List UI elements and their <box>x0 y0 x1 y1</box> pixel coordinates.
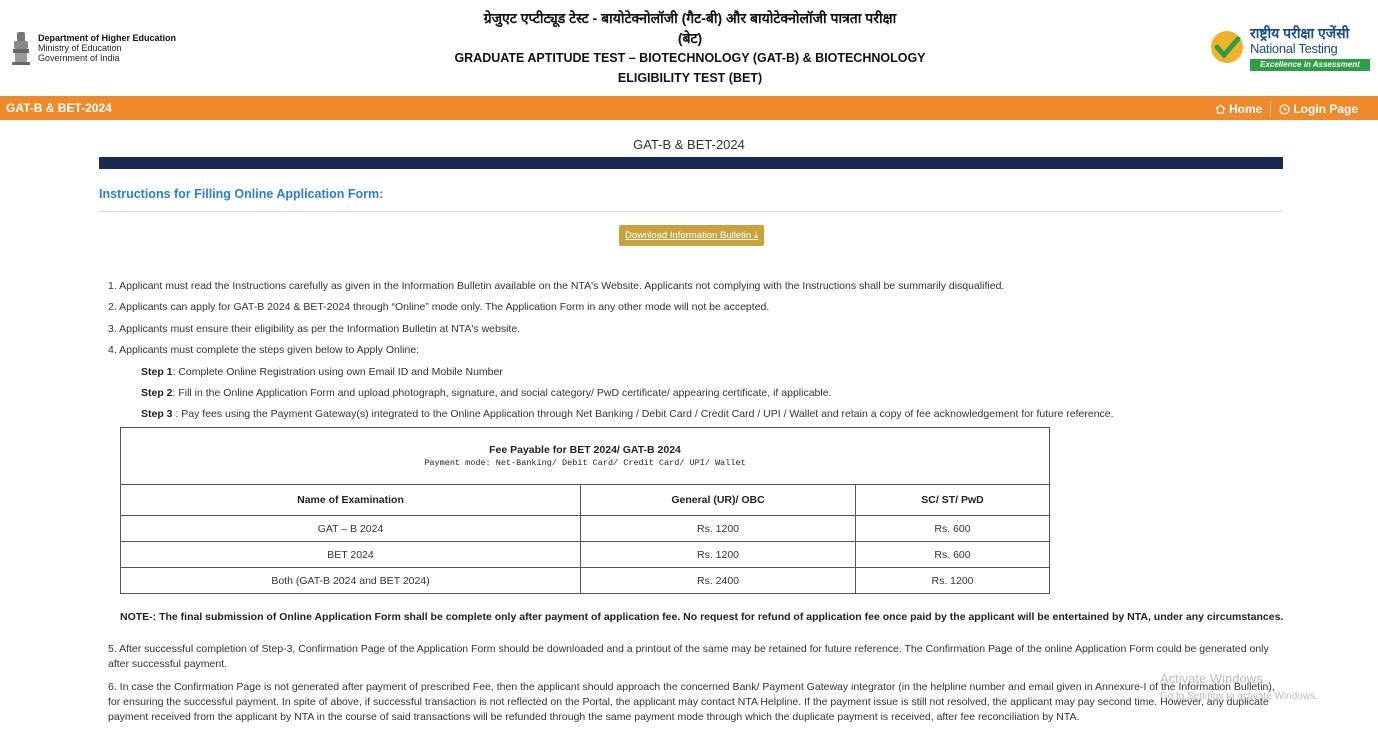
login-page-label: Login Page <box>1293 102 1358 116</box>
ministry-line2: Ministry of Education <box>38 43 122 53</box>
top-nav: GAT-B & BET-2024 Home Login Page <box>0 96 1378 120</box>
ministry-block: Department of Higher Education Ministry … <box>10 30 176 66</box>
page-header-title: ग्रेजुएट एप्टीट्यूड टेस्ट - बायोटेक्नोलॉ… <box>380 8 1000 88</box>
step-3-text: : Pay fees using the Payment Gateway(s) … <box>172 408 1114 420</box>
download-bulletin-button[interactable]: Download Information Bulletin ⤓ <box>619 225 764 246</box>
title-hindi-1: ग्रेजुएट एप्टीट्यूड टेस्ट - बायोटेक्नोलॉ… <box>483 10 897 26</box>
nav-divider <box>1270 101 1272 117</box>
home-link-label: Home <box>1228 102 1263 116</box>
instruction-5: 5. After successful completion of Step-3… <box>108 643 1269 670</box>
step-1: Step 1: Complete Online Registration usi… <box>141 366 503 378</box>
title-english-2: ELIGIBILITY TEST (BET) <box>617 71 763 85</box>
nav-brand[interactable]: GAT-B & BET-2024 <box>6 101 112 115</box>
step-2-label: Step 2 <box>141 387 173 399</box>
home-icon <box>1215 104 1226 114</box>
site-header: Department of Higher Education Ministry … <box>0 0 1378 96</box>
title-english-1: GRADUATE APTITUDE TEST – BIOTECHNOLOGY (… <box>454 51 926 65</box>
login-page-link[interactable]: Login Page <box>1279 102 1358 116</box>
windows-activation-watermark: Activate Windows <box>1160 671 1263 686</box>
reserved-fee-cell: Rs. 600 <box>855 515 1050 542</box>
nav-links: Home Login Page <box>1215 101 1358 117</box>
fee-table-caption-row: Fee Payable for BET 2024/ GAT-B 2024 Pay… <box>120 427 1050 485</box>
refund-note: NOTE-: The final submission of Online Ap… <box>120 611 1284 623</box>
exam-cell: GAT – B 2024 <box>120 515 581 542</box>
clock-icon <box>1279 103 1290 115</box>
step-2-text: : Fill in the Online Application Form an… <box>172 387 832 399</box>
title-divider-bar <box>99 157 1283 169</box>
fee-table-caption: Fee Payable for BET 2024/ GAT-B 2024 Pay… <box>120 427 1050 485</box>
nta-tagline: Excellence in Assessment <box>1250 59 1370 71</box>
ministry-line1: Department of Higher Education <box>38 33 177 43</box>
fee-caption-title: Fee Payable for BET 2024/ GAT-B 2024 <box>489 444 681 456</box>
instruction-3: 3. Applicants must ensure their eligibil… <box>108 323 521 335</box>
table-row: GAT – B 2024 Rs. 1200 Rs. 600 <box>120 515 1050 542</box>
instruction-4: 4. Applicants must complete the steps gi… <box>108 344 420 356</box>
step-3: Step 3 : Pay fees using the Payment Gate… <box>141 408 1114 420</box>
col-header-sc-st: SC/ ST/ PwD <box>855 484 1050 516</box>
nta-logo[interactable]: राष्ट्रीय परीक्षा एजेंसी National Testin… <box>1210 24 1370 74</box>
general-fee-cell: Rs. 1200 <box>580 541 856 568</box>
exam-cell: Both (GAT-B 2024 and BET 2024) <box>120 567 581 594</box>
heading-rule <box>99 211 1283 212</box>
fee-caption-payment-mode: Payment mode: Net-Banking/ Debit Card/ C… <box>424 458 746 468</box>
step-1-text: : Complete Online Registration using own… <box>172 366 503 378</box>
table-row: Both (GAT-B 2024 and BET 2024) Rs. 2400 … <box>120 567 1050 594</box>
instruction-6: 6. In case the Confirmation Page is not … <box>108 681 1275 723</box>
download-bulletin-label: Download Information Bulletin <box>624 230 752 241</box>
instruction-2: 2. Applicants can apply for GAT-B 2024 &… <box>108 301 770 313</box>
instruction-1: 1. Applicant must read the Instructions … <box>108 280 1005 292</box>
fee-table-header-row: Name of Examination General (UR)/ OBC SC… <box>120 484 1050 516</box>
instructions-heading: Instructions for Filling Online Applicat… <box>99 187 384 201</box>
reserved-fee-cell: Rs. 600 <box>855 541 1050 568</box>
exam-cell: BET 2024 <box>120 541 581 568</box>
general-fee-cell: Rs. 2400 <box>580 567 856 594</box>
table-row: BET 2024 Rs. 1200 Rs. 600 <box>120 541 1050 568</box>
step-3-label: Step 3 <box>141 408 173 420</box>
fee-table: Fee Payable for BET 2024/ GAT-B 2024 Pay… <box>120 427 1050 594</box>
windows-activation-hint: Go to Settings to activate Windows. <box>1160 691 1318 702</box>
general-fee-cell: Rs. 1200 <box>580 515 856 542</box>
title-hindi-2: (बेट) <box>677 30 703 46</box>
reserved-fee-cell: Rs. 1200 <box>855 567 1050 594</box>
step-1-label: Step 1 <box>141 366 173 378</box>
nta-check-icon <box>1211 31 1243 63</box>
page-title: GAT-B & BET-2024 <box>633 137 745 152</box>
col-header-general: General (UR)/ OBC <box>580 484 856 516</box>
home-link[interactable]: Home <box>1215 102 1262 116</box>
col-header-exam: Name of Examination <box>120 484 581 516</box>
ministry-line3: Government of India <box>38 53 120 63</box>
download-icon: ⤓ <box>753 230 759 241</box>
step-2: Step 2: Fill in the Online Application F… <box>141 387 831 399</box>
national-emblem-icon <box>12 32 30 65</box>
